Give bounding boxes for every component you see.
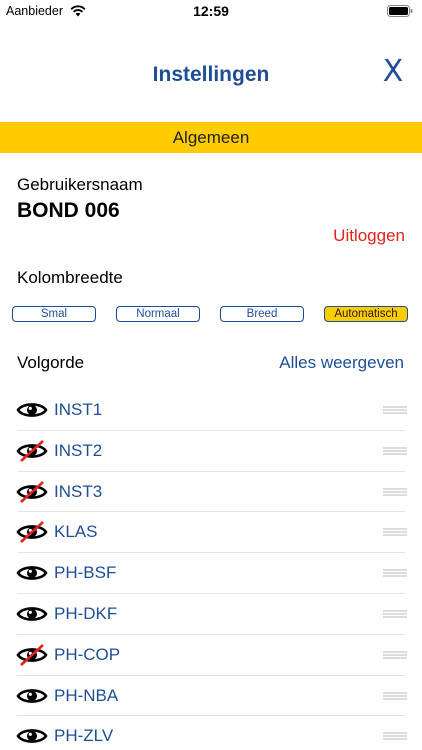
eye-icon[interactable] (16, 685, 48, 707)
column-name: INST2 (54, 440, 103, 460)
column-row[interactable]: PH-ZLV (0, 716, 422, 750)
column-name: INST3 (54, 481, 103, 501)
status-bar: Aanbieder 12:59 (0, 0, 422, 22)
column-row[interactable]: INST2 (0, 431, 422, 472)
column-list: INST1 INST2 INST3 KLAS PH-BSF PH-DKF PH-COP PH-… (0, 390, 422, 750)
width-option-smal[interactable]: Smal (12, 306, 96, 322)
order-label: Volgorde (17, 353, 85, 372)
drag-handle-icon[interactable] (383, 405, 407, 415)
eye-icon[interactable] (16, 725, 48, 747)
column-name: PH-BSF (54, 563, 117, 583)
eye-icon[interactable] (16, 399, 48, 421)
section-header: Algemeen (0, 122, 422, 153)
column-name: PH-NBA (54, 685, 119, 705)
column-name: INST1 (54, 400, 103, 419)
column-row[interactable]: PH-DKF (0, 594, 422, 635)
drag-handle-icon[interactable] (383, 568, 407, 578)
eye-hidden-icon[interactable] (16, 643, 48, 666)
column-name: KLAS (54, 522, 98, 542)
show-all-button[interactable]: Alles weergeven (279, 353, 404, 373)
close-button[interactable]: X (378, 56, 408, 88)
eye-icon[interactable] (16, 603, 48, 625)
column-row[interactable]: PH-COP (0, 635, 422, 676)
username-label: Gebruikersnaam (17, 175, 143, 194)
drag-handle-icon[interactable] (383, 609, 407, 619)
drag-handle-icon[interactable] (383, 446, 407, 456)
column-width-label: Kolombreedte (17, 268, 123, 287)
column-row[interactable]: PH-NBA (0, 676, 422, 717)
drag-handle-icon[interactable] (383, 487, 407, 497)
drag-handle-icon[interactable] (383, 731, 407, 741)
drag-handle-icon[interactable] (383, 650, 407, 660)
username-value: BOND 006 (17, 199, 120, 222)
width-option-normaal[interactable]: Normaal (116, 306, 200, 322)
drag-handle-icon[interactable] (383, 527, 407, 537)
column-name: PH-DKF (54, 603, 118, 623)
eye-hidden-icon[interactable] (16, 439, 48, 462)
logout-button[interactable]: Uitloggen (333, 226, 405, 246)
width-option-breed[interactable]: Breed (220, 306, 304, 322)
drag-handle-icon[interactable] (383, 691, 407, 701)
battery-icon (387, 5, 413, 17)
column-row[interactable]: PH-BSF (0, 553, 422, 594)
column-row[interactable]: KLAS (0, 512, 422, 554)
status-time: 12:59 (193, 3, 229, 19)
column-row[interactable]: INST1 (0, 390, 422, 431)
column-name: PH-ZLV (54, 726, 114, 746)
width-option-automatisch[interactable]: Automatisch (324, 306, 408, 322)
column-name: PH-COP (54, 644, 121, 664)
eye-hidden-icon[interactable] (16, 480, 48, 503)
column-row[interactable]: INST3 (0, 472, 422, 513)
page-title: Instellingen (152, 63, 270, 86)
eye-icon[interactable] (16, 562, 48, 584)
eye-hidden-icon[interactable] (16, 521, 48, 544)
